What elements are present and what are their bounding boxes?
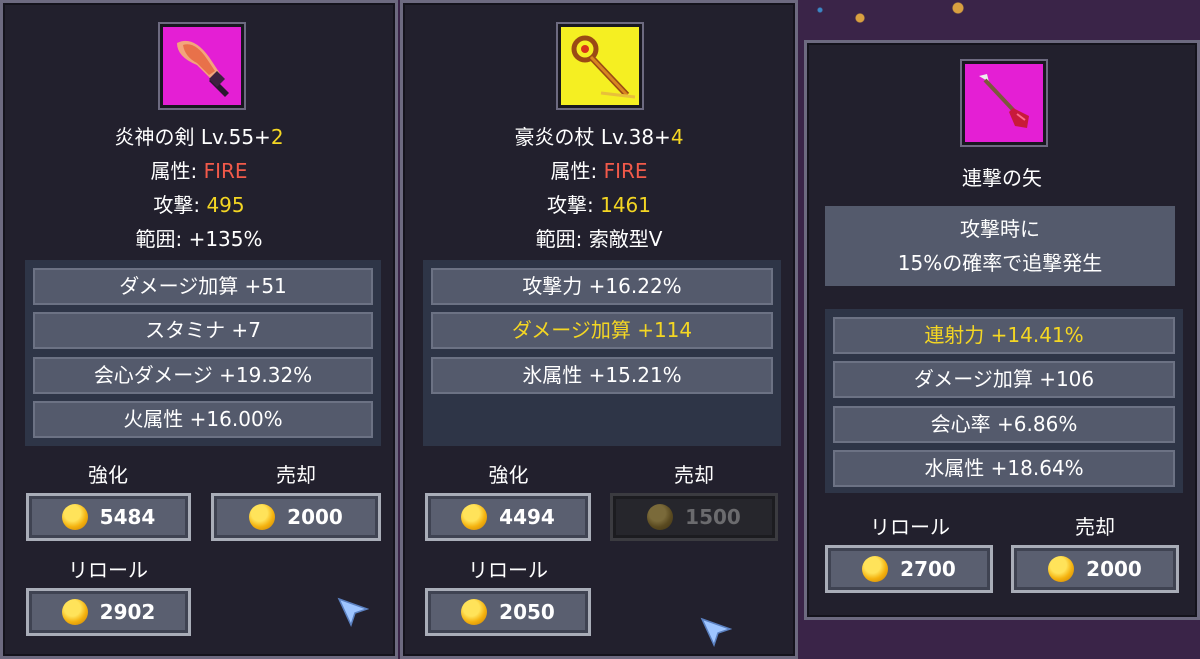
stat-list: ダメージ加算 +51 スタミナ +7 会心ダメージ +19.32% 火属性 +1… — [25, 260, 381, 446]
stat-row: 氷属性 +15.21% — [431, 357, 773, 394]
item-attack: 攻撃: 495 — [153, 193, 245, 217]
gold-coin-icon — [647, 504, 674, 530]
skill-description: 攻撃時に 15%の確率で追撃発生 — [825, 206, 1175, 286]
item-card-flame-sword: 炎神の剣 Lv.55+2 属性: FIRE 攻撃: 495 範囲: +135% … — [0, 0, 398, 659]
item-range: 範囲: +135% — [135, 227, 263, 251]
stat-list: 連射力 +14.41% ダメージ加算 +106 会心率 +6.86% 水属性 +… — [825, 309, 1183, 493]
sell-label: 売却 — [276, 463, 316, 487]
item-card-fire-staff: 豪炎の杖 Lv.38+4 属性: FIRE 攻撃: 1461 範囲: 索敵型V … — [400, 0, 798, 659]
sell-button[interactable]: 2000 — [1011, 545, 1179, 593]
background-sparkles — [800, 0, 1200, 40]
arrow-icon — [960, 59, 1048, 147]
reroll-button[interactable]: 2902 — [26, 588, 191, 636]
enhance-button[interactable]: 5484 — [26, 493, 191, 541]
stat-row: 会心率 +6.86% — [833, 406, 1175, 443]
stat-row: 水属性 +18.64% — [833, 450, 1175, 487]
gold-coin-icon — [61, 504, 88, 530]
cursor-arrow-icon — [700, 617, 732, 647]
gold-coin-icon — [461, 504, 488, 530]
gold-coin-icon — [862, 556, 889, 582]
stat-row: 火属性 +16.00% — [33, 401, 373, 438]
fire-staff-icon — [556, 22, 644, 110]
stat-row-highlighted: ダメージ加算 +114 — [431, 312, 773, 349]
enhance-button[interactable]: 4494 — [425, 493, 591, 541]
item-attack: 攻撃: 1461 — [546, 193, 651, 217]
stat-row: ダメージ加算 +106 — [833, 361, 1175, 398]
gold-coin-icon — [249, 504, 276, 530]
gold-coin-icon — [1048, 556, 1075, 582]
item-attribute: 属性: FIRE — [550, 159, 648, 183]
stat-row: 攻撃力 +16.22% — [431, 268, 773, 305]
enhance-label: 強化 — [488, 463, 529, 487]
item-title: 連撃の矢 — [962, 166, 1042, 190]
reroll-label: リロール — [870, 515, 950, 539]
reroll-label: リロール — [468, 558, 548, 582]
stat-row: 会心ダメージ +19.32% — [33, 357, 373, 394]
item-card-arrow: 連撃の矢 攻撃時に 15%の確率で追撃発生 連射力 +14.41% ダメージ加算… — [804, 40, 1200, 620]
sell-label: 売却 — [674, 463, 714, 487]
sell-button[interactable]: 2000 — [211, 493, 381, 541]
item-attribute: 属性: FIRE — [150, 159, 248, 183]
stat-row-highlighted: 連射力 +14.41% — [833, 317, 1175, 354]
reroll-button[interactable]: 2050 — [425, 588, 591, 636]
reroll-button[interactable]: 2700 — [825, 545, 993, 593]
gold-coin-icon — [61, 599, 88, 625]
stat-row: スタミナ +7 — [33, 312, 373, 349]
cursor-arrow-icon — [337, 597, 369, 627]
sell-label: 売却 — [1075, 515, 1115, 539]
enhance-label: 強化 — [88, 463, 128, 487]
item-title: 豪炎の杖 Lv.38+4 — [514, 125, 684, 149]
gold-coin-icon — [461, 599, 488, 625]
stat-row: ダメージ加算 +51 — [33, 268, 373, 305]
stat-list: 攻撃力 +16.22% ダメージ加算 +114 氷属性 +15.21% — [423, 260, 781, 446]
sell-button-disabled[interactable]: 1500 — [610, 493, 778, 541]
item-title: 炎神の剣 Lv.55+2 — [114, 125, 284, 149]
flame-sword-icon — [158, 22, 246, 110]
reroll-label: リロール — [68, 558, 148, 582]
item-range: 範囲: 索敵型V — [535, 227, 663, 251]
